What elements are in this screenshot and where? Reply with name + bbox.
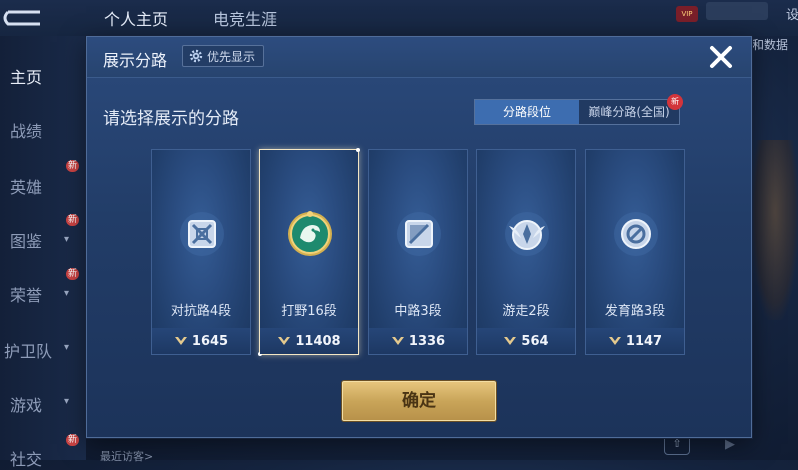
clash-lane-icon — [178, 210, 226, 258]
new-badge: 新 — [66, 268, 80, 280]
lane-score-value: 11408 — [295, 333, 341, 349]
lane-score-value: 1645 — [191, 333, 229, 349]
lane-card-farm[interactable]: 发育路3段 1147 — [585, 149, 685, 355]
score-icon — [608, 337, 621, 345]
sidebar-item-codex[interactable]: 图鉴 — [10, 228, 42, 252]
lane-score-value: 564 — [521, 333, 549, 349]
back-button[interactable] — [0, 6, 48, 30]
top-right-widget — [706, 2, 768, 20]
score-icon — [174, 337, 187, 345]
lane-score: 1336 — [369, 328, 467, 354]
close-icon — [710, 46, 732, 68]
tab-profile[interactable]: 个人主页 — [104, 6, 168, 30]
sidebar-item-heroes[interactable]: 英雄 — [10, 174, 42, 198]
selection-corner — [356, 148, 360, 152]
lane-rank-label: 对抗路4段 — [170, 304, 232, 319]
score-icon — [504, 337, 517, 345]
lane-score: 564 — [477, 328, 575, 354]
sidebar-item-guard[interactable]: 护卫队 — [4, 338, 52, 362]
sidebar-item-game[interactable]: 游戏 — [10, 392, 42, 416]
top-bar: 个人主页 电竞生涯 VIP 设 — [0, 0, 798, 36]
lane-score: 1147 — [586, 328, 684, 354]
score-icon — [391, 337, 404, 345]
score-icon — [278, 337, 291, 345]
vip-badge: VIP — [676, 6, 698, 22]
chevron-down-icon: ▾ — [64, 234, 70, 245]
tab-lane-rank[interactable]: 分路段位 — [475, 100, 579, 124]
lane-display-dialog: 展示分路 优先显示 请选择展示的分路 分路段位 巅峰分路(全国) 新 对抗路4段… — [86, 36, 752, 438]
lane-rank-label: 游走2段 — [502, 304, 550, 319]
jungle-dragon-icon — [286, 210, 334, 258]
new-badge: 新 — [66, 434, 80, 446]
mid-lane-icon — [395, 210, 443, 258]
chevron-down-icon: ▾ — [64, 288, 70, 299]
lane-card-jungle[interactable]: 打野16段 11408 — [258, 148, 360, 356]
gear-icon — [189, 49, 203, 63]
priority-display-button[interactable]: 优先显示 — [182, 45, 265, 67]
sidebar-item-honor[interactable]: 荣誉 — [10, 282, 42, 306]
tab-peak-lane[interactable]: 巅峰分路(全国) 新 — [579, 94, 683, 124]
chevron-down-icon: ▾ — [64, 396, 70, 407]
sidebar-item-home[interactable]: 主页 — [10, 64, 42, 88]
close-button[interactable] — [707, 43, 735, 71]
farm-lane-icon — [612, 210, 660, 258]
dialog-title: 展示分路 — [103, 51, 168, 70]
new-badge: 新 — [66, 160, 80, 172]
lane-card-roam[interactable]: 游走2段 564 — [476, 149, 576, 355]
lane-rank-label: 发育路3段 — [604, 304, 666, 319]
lane-score: 11408 — [260, 328, 358, 354]
new-badge: 新 — [66, 214, 80, 226]
lane-rank-label: 中路3段 — [394, 304, 442, 319]
lane-score: 1645 — [152, 328, 250, 354]
bg-right-label: 和数据 — [752, 38, 789, 52]
lane-card-mid[interactable]: 中路3段 1336 — [368, 149, 468, 355]
recent-visitors-link[interactable]: 最近访客> — [100, 448, 153, 464]
dialog-header: 展示分路 优先显示 — [87, 37, 751, 78]
sidebar-item-social[interactable]: 社交 — [10, 446, 42, 470]
lane-card-clash[interactable]: 对抗路4段 1645 — [151, 149, 251, 355]
confirm-button[interactable]: 确定 — [342, 381, 496, 421]
back-arrow-icon — [3, 10, 40, 26]
lane-score-value: 1336 — [408, 333, 446, 349]
select-lane-prompt: 请选择展示的分路 — [103, 109, 239, 129]
priority-display-label: 优先显示 — [207, 49, 256, 64]
lane-score-value: 1147 — [625, 333, 663, 349]
settings-link[interactable]: 设 — [786, 4, 798, 23]
play-icon: ▶ — [725, 437, 735, 452]
sidebar: 主页 战绩 英雄 新 图鉴 新 ▾ 荣誉 新 ▾ 护卫队 ▾ 游戏 ▾ 社交 新 — [0, 36, 86, 469]
roam-wings-icon — [503, 210, 551, 258]
tab-peak-lane-label: 巅峰分路(全国) — [588, 105, 670, 119]
tab-esports-career[interactable]: 电竞生涯 — [213, 6, 277, 30]
hero-figure — [752, 140, 798, 320]
chevron-down-icon: ▾ — [64, 342, 70, 353]
lane-rank-label: 打野16段 — [281, 304, 337, 319]
new-badge: 新 — [667, 94, 683, 110]
sidebar-item-record[interactable]: 战绩 — [10, 118, 42, 142]
lane-mode-toggle: 分路段位 巅峰分路(全国) 新 — [474, 94, 683, 125]
